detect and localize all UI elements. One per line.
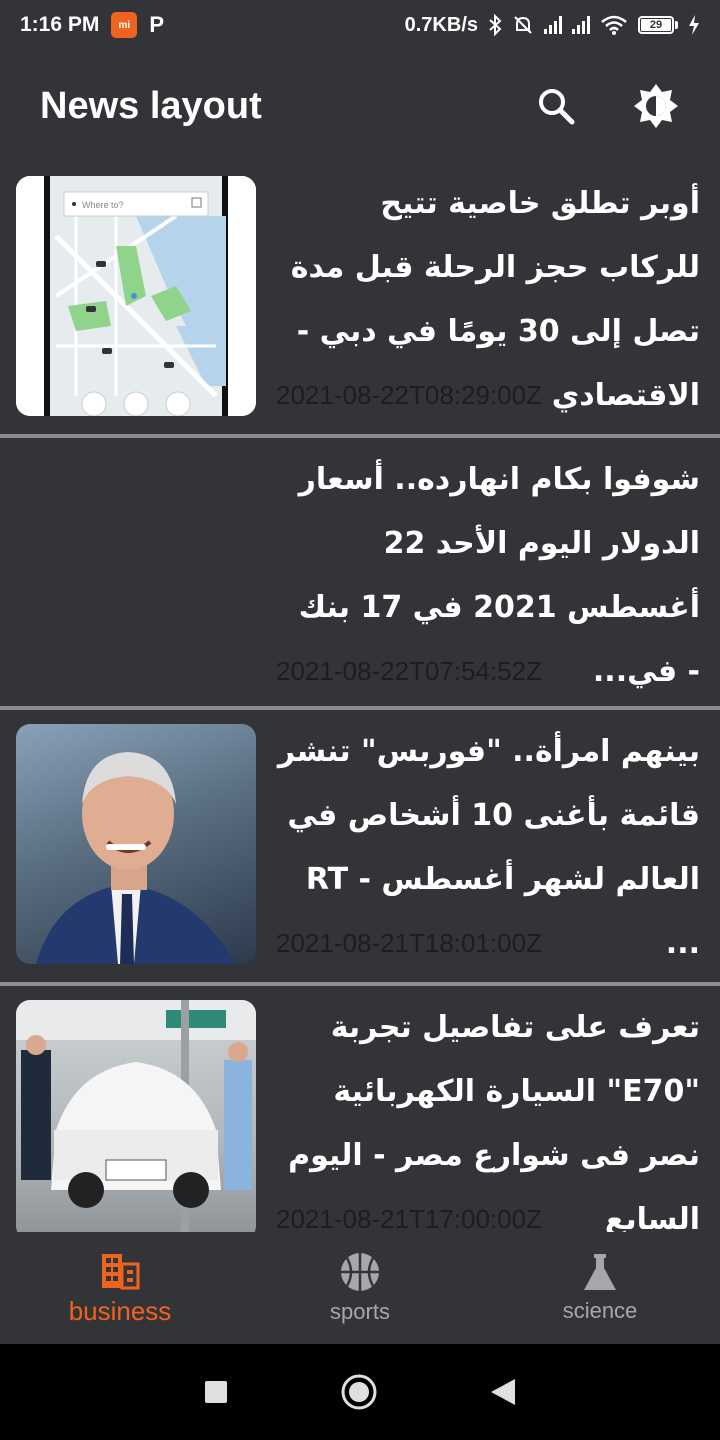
bluetooth-icon bbox=[489, 14, 502, 36]
tab-business[interactable]: business bbox=[0, 1232, 240, 1344]
tab-sports[interactable]: sports bbox=[240, 1232, 480, 1344]
battery-level: 29 bbox=[641, 19, 671, 31]
news-item[interactable]: Where to? أوبر تطلق خاصية تتيح للركاب حج… bbox=[0, 162, 720, 438]
article-title[interactable]: تعرف على تفاصيل تجربة "E70" السيارة الكه… bbox=[276, 996, 700, 1232]
theme-toggle-button[interactable] bbox=[632, 82, 680, 130]
news-list[interactable]: Where to? أوبر تطلق خاصية تتيح للركاب حج… bbox=[0, 162, 720, 1232]
news-item[interactable]: بينهم امرأة.. "فوربس" تنشر قائمة بأغنى 1… bbox=[0, 710, 720, 986]
system-navigation-bar bbox=[0, 1344, 720, 1440]
charging-bolt-icon bbox=[689, 15, 699, 35]
tab-label: science bbox=[562, 1298, 638, 1323]
science-flask-icon bbox=[584, 1254, 616, 1290]
search-icon bbox=[539, 89, 575, 125]
battery-icon: 29 bbox=[638, 16, 678, 34]
tab-label: business bbox=[68, 1295, 172, 1326]
article-timestamp: 2021-08-21T18:01:00Z bbox=[276, 928, 542, 958]
article-timestamp: 2021-08-22T07:54:52Z bbox=[276, 656, 542, 686]
article-timestamp: 2021-08-22T08:29:00Z bbox=[276, 380, 542, 410]
basketball-icon bbox=[341, 1253, 379, 1291]
status-bar: 1:16 PM mi P 0.7KB/s 29 bbox=[0, 0, 720, 50]
signal-icon bbox=[544, 16, 562, 34]
map-search-text: Where to? bbox=[82, 200, 124, 210]
article-thumbnail bbox=[16, 724, 256, 964]
bottom-navigation: business sports science bbox=[0, 1232, 720, 1344]
article-thumbnail bbox=[16, 1000, 256, 1232]
mi-app-icon: mi bbox=[111, 12, 138, 38]
article-timestamp: 2021-08-21T17:00:00Z bbox=[276, 1204, 542, 1232]
network-speed: 0.7KB/s bbox=[404, 13, 478, 36]
mute-bell-icon bbox=[514, 16, 532, 34]
tab-science[interactable]: science bbox=[480, 1232, 720, 1344]
p-app-icon: P bbox=[149, 12, 165, 37]
news-item[interactable]: شوفوا بكام انهارده.. أسعار الدولار اليوم… bbox=[0, 438, 720, 710]
recent-apps-icon[interactable] bbox=[203, 1379, 229, 1405]
search-button[interactable] bbox=[532, 82, 580, 130]
home-icon[interactable] bbox=[339, 1372, 379, 1412]
app-bar: News layout bbox=[0, 50, 720, 162]
signal-icon-2 bbox=[572, 16, 590, 34]
business-building-icon bbox=[102, 1253, 140, 1289]
news-item[interactable]: تعرف على تفاصيل تجربة "E70" السيارة الكه… bbox=[0, 986, 720, 1232]
article-thumbnail: Where to? bbox=[16, 176, 256, 416]
wifi-icon bbox=[601, 15, 627, 35]
back-icon[interactable] bbox=[489, 1377, 517, 1407]
tab-label: sports bbox=[330, 1299, 390, 1324]
status-time: 1:16 PM bbox=[20, 13, 100, 36]
app-title: News layout bbox=[40, 84, 262, 127]
brightness-icon bbox=[634, 84, 678, 128]
